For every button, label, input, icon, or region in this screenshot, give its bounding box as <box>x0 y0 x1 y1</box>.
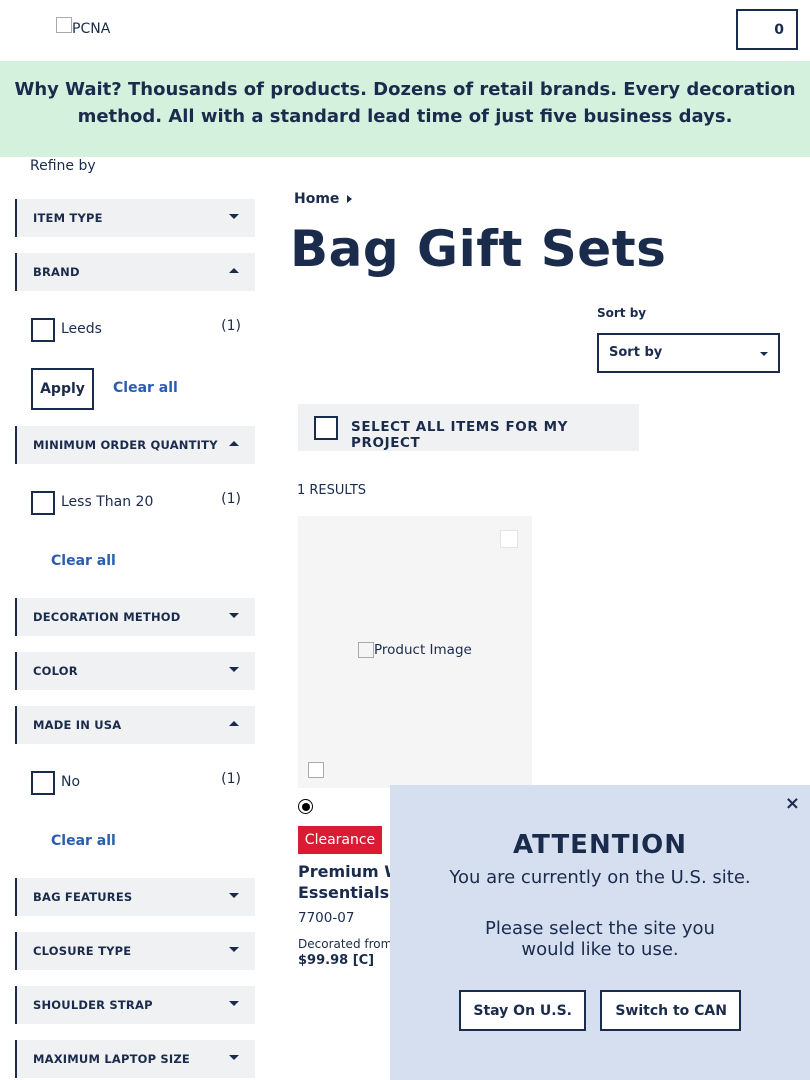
thumbnail-image-icon[interactable] <box>308 762 324 778</box>
close-icon[interactable]: × <box>785 793 800 814</box>
breadcrumb-home[interactable]: Home <box>294 191 339 207</box>
option-label: Leeds <box>61 321 102 337</box>
product-price: $99.98 [C] <box>298 953 375 968</box>
product-name[interactable]: Premium Weekender Essentials <box>298 861 394 903</box>
product-image-alt: Product Image <box>374 642 472 658</box>
clear-all-link-brand[interactable]: Clear all <box>113 380 178 396</box>
option-label: Less Than 20 <box>61 494 154 510</box>
cart-count: 0 <box>774 21 784 38</box>
facet-label: SHOULDER STRAP <box>33 998 153 1012</box>
broken-image-icon <box>56 17 72 33</box>
page-title: Bag Gift Sets <box>290 220 667 278</box>
product-image-area[interactable]: Product Image <box>298 516 532 788</box>
results-count: 1 RESULTS <box>297 483 367 498</box>
checkbox[interactable] <box>31 771 55 795</box>
clear-all-link-usa[interactable]: Clear all <box>51 833 116 849</box>
facet-shoulder-strap[interactable]: SHOULDER STRAP <box>15 986 255 1024</box>
filter-option-less-than-20[interactable]: Less Than 20 (1) <box>31 491 243 515</box>
caret-down-icon <box>229 947 239 952</box>
compare-checkbox[interactable] <box>500 530 518 548</box>
facet-label: CLOSURE TYPE <box>33 944 132 958</box>
logo-alt-text: PCNA <box>72 21 111 37</box>
checkbox[interactable] <box>31 318 55 342</box>
product-image[interactable]: Product Image <box>358 642 472 658</box>
clearance-badge: Clearance <box>298 826 382 854</box>
sort-value: Sort by <box>609 345 663 360</box>
refine-by-label: Refine by <box>30 158 96 174</box>
caret-down-icon <box>229 893 239 898</box>
caret-down-icon <box>229 1055 239 1060</box>
facet-bag-features[interactable]: BAG FEATURES <box>15 878 255 916</box>
site-header: PCNA 0 <box>0 0 810 61</box>
select-all-label: SELECT ALL ITEMS FOR MY PROJECT <box>351 419 569 451</box>
facet-minimum-order-quantity[interactable]: MINIMUM ORDER QUANTITY <box>15 426 255 464</box>
facet-label: COLOR <box>33 664 78 678</box>
facet-label: MINIMUM ORDER QUANTITY <box>33 438 218 452</box>
chevron-right-icon <box>347 195 353 203</box>
site-selection-modal: × ATTENTION You are currently on the U.S… <box>390 785 810 1080</box>
facet-closure-type[interactable]: CLOSURE TYPE <box>15 932 255 970</box>
broken-image-icon <box>358 642 374 658</box>
facet-made-in-usa[interactable]: MADE IN USA <box>15 706 255 744</box>
breadcrumb: Home <box>294 191 353 207</box>
caret-up-icon <box>229 721 239 726</box>
modal-heading: ATTENTION <box>513 830 687 860</box>
sort-dropdown[interactable]: Sort by <box>597 333 780 373</box>
pcna-logo[interactable]: PCNA <box>56 17 111 37</box>
promo-banner: Why Wait? Thousands of products. Dozens … <box>0 61 810 157</box>
banner-text: Thousands of products. Dozens of retail … <box>77 79 796 127</box>
caret-down-icon <box>229 214 239 219</box>
modal-message-select-site: Please select the site you would like to… <box>485 918 715 960</box>
decorated-from-label: Decorated from <box>298 937 390 951</box>
filter-option-leeds[interactable]: Leeds (1) <box>31 318 243 342</box>
facet-maximum-laptop-size[interactable]: MAXIMUM LAPTOP SIZE <box>15 1040 255 1078</box>
switch-to-can-button[interactable]: Switch to CAN <box>600 990 741 1031</box>
option-label: No <box>61 774 81 790</box>
facet-label: ITEM TYPE <box>33 211 103 225</box>
caret-up-icon <box>229 268 239 273</box>
product-sku: 7700-07 <box>298 910 355 926</box>
modal-message-current-site: You are currently on the U.S. site. <box>449 867 751 888</box>
facet-brand[interactable]: BRAND <box>15 253 255 291</box>
select-all-checkbox[interactable] <box>314 416 338 440</box>
sort-label: Sort by <box>597 306 647 320</box>
caret-down-icon <box>229 613 239 618</box>
caret-down-icon <box>760 352 768 356</box>
filter-option-no[interactable]: No (1) <box>31 771 243 795</box>
banner-lead: Why Wait? <box>14 79 122 100</box>
apply-button[interactable]: Apply <box>31 368 94 410</box>
option-count: (1) <box>221 491 241 507</box>
facet-label: DECORATION METHOD <box>33 610 181 624</box>
facet-label: MAXIMUM LAPTOP SIZE <box>33 1052 190 1066</box>
checkbox[interactable] <box>31 491 55 515</box>
facet-color[interactable]: COLOR <box>15 652 255 690</box>
caret-down-icon <box>229 667 239 672</box>
cart-button[interactable]: 0 <box>736 9 798 50</box>
facet-label: MADE IN USA <box>33 718 122 732</box>
clear-all-link-quantity[interactable]: Clear all <box>51 553 116 569</box>
facet-label: BRAND <box>33 265 80 279</box>
color-swatch-black[interactable] <box>298 799 313 814</box>
stay-on-us-button[interactable]: Stay On U.S. <box>459 990 586 1031</box>
caret-down-icon <box>229 1001 239 1006</box>
option-count: (1) <box>221 318 241 334</box>
caret-up-icon <box>229 441 239 446</box>
product-name-line2: Essentials <box>298 883 390 902</box>
select-all-bar[interactable]: SELECT ALL ITEMS FOR MY PROJECT <box>298 404 639 451</box>
option-count: (1) <box>221 771 241 787</box>
facet-decoration-method[interactable]: DECORATION METHOD <box>15 598 255 636</box>
facet-label: BAG FEATURES <box>33 890 133 904</box>
facet-item-type[interactable]: ITEM TYPE <box>15 199 255 237</box>
product-name-line1: Premium Weekender <box>298 862 394 881</box>
